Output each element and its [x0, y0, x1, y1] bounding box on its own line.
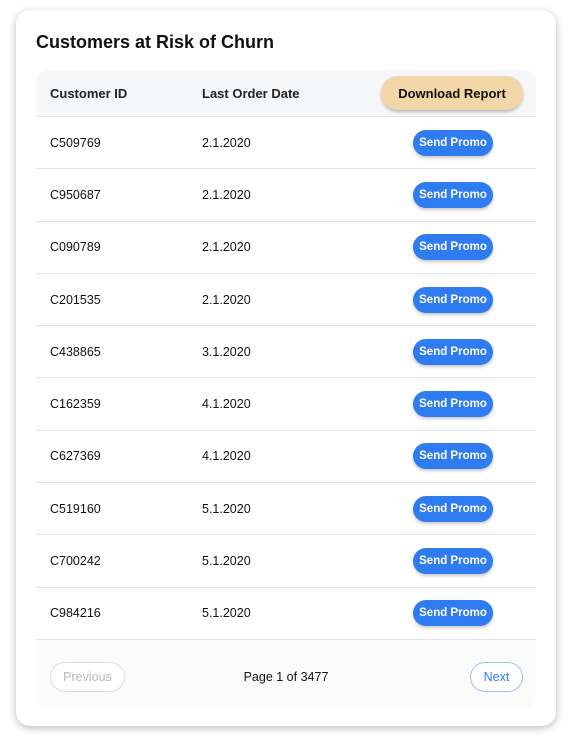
last-order-date-cell: 4.1.2020: [202, 449, 251, 464]
page-indicator: Page 1 of 3477: [243, 670, 329, 684]
table-row: C627369 4.1.2020 Send Promo: [36, 430, 536, 484]
send-promo-button[interactable]: Send Promo: [413, 234, 493, 261]
last-order-date-cell: 2.1.2020: [202, 187, 251, 202]
customer-id-cell: C438865: [50, 344, 101, 359]
customer-id-cell: C509769: [50, 135, 101, 150]
send-promo-button[interactable]: Send Promo: [413, 129, 493, 156]
customer-id-cell: C700242: [50, 554, 101, 569]
last-order-date-cell: 2.1.2020: [202, 292, 251, 307]
customer-id-cell: C627369: [50, 449, 101, 464]
send-promo-button[interactable]: Send Promo: [413, 495, 493, 522]
send-promo-button[interactable]: Send Promo: [413, 391, 493, 418]
table-row: C162359 4.1.2020 Send Promo: [36, 378, 536, 431]
last-order-date-cell: 5.1.2020: [202, 606, 251, 621]
table-header: Customer ID Last Order Date Download Rep…: [36, 70, 536, 117]
last-order-date-cell: 5.1.2020: [202, 554, 251, 569]
customer-id-cell: C984216: [50, 606, 101, 621]
table-body: C509769 2.1.2020 Send Promo C950687 2.1.2020…: [36, 117, 536, 640]
send-promo-button[interactable]: Send Promo: [413, 600, 493, 627]
download-report-button[interactable]: Download Report: [381, 76, 523, 110]
customer-id-cell: C162359: [50, 397, 101, 412]
last-order-date-cell: 2.1.2020: [202, 135, 251, 150]
send-promo-button[interactable]: Send Promo: [413, 338, 493, 365]
table-row: C700242 5.1.2020 Send Promo: [36, 535, 536, 588]
next-page-button[interactable]: Next: [470, 662, 523, 692]
last-order-date-cell: 3.1.2020: [202, 344, 251, 359]
send-promo-button[interactable]: Send Promo: [413, 181, 493, 208]
customer-id-cell: C950687: [50, 187, 101, 202]
send-promo-button[interactable]: Send Promo: [413, 443, 493, 470]
column-header-last-order-date: Last Order Date: [202, 85, 300, 101]
table-row: C090789 2.1.2020 Send Promo: [36, 221, 536, 274]
customer-id-cell: C201535: [50, 292, 101, 307]
table-row: C984216 5.1.2020 Send Promo: [36, 587, 536, 640]
last-order-date-cell: 5.1.2020: [202, 501, 251, 516]
pagination: Previous Page 1 of 3477 Next: [36, 648, 536, 708]
column-header-customer-id: Customer ID: [50, 85, 128, 101]
table-row: C438865 3.1.2020 Send Promo: [36, 326, 536, 379]
card-title: Customers at Risk of Churn: [36, 32, 275, 52]
table-row: C201535 2.1.2020 Send Promo: [36, 273, 536, 327]
churn-card: Customers at Risk of Churn Customer ID L…: [16, 10, 556, 726]
send-promo-button[interactable]: Send Promo: [413, 548, 493, 575]
table-row: C519160 5.1.2020 Send Promo: [36, 483, 536, 536]
last-order-date-cell: 2.1.2020: [202, 240, 251, 255]
send-promo-button[interactable]: Send Promo: [413, 286, 493, 313]
last-order-date-cell: 4.1.2020: [202, 397, 251, 412]
customer-id-cell: C519160: [50, 501, 101, 516]
customer-id-cell: C090789: [50, 240, 101, 255]
table-row: C950687 2.1.2020 Send Promo: [36, 169, 536, 222]
customers-table: Customer ID Last Order Date Download Rep…: [36, 70, 536, 708]
table-row: C509769 2.1.2020 Send Promo: [36, 117, 536, 170]
